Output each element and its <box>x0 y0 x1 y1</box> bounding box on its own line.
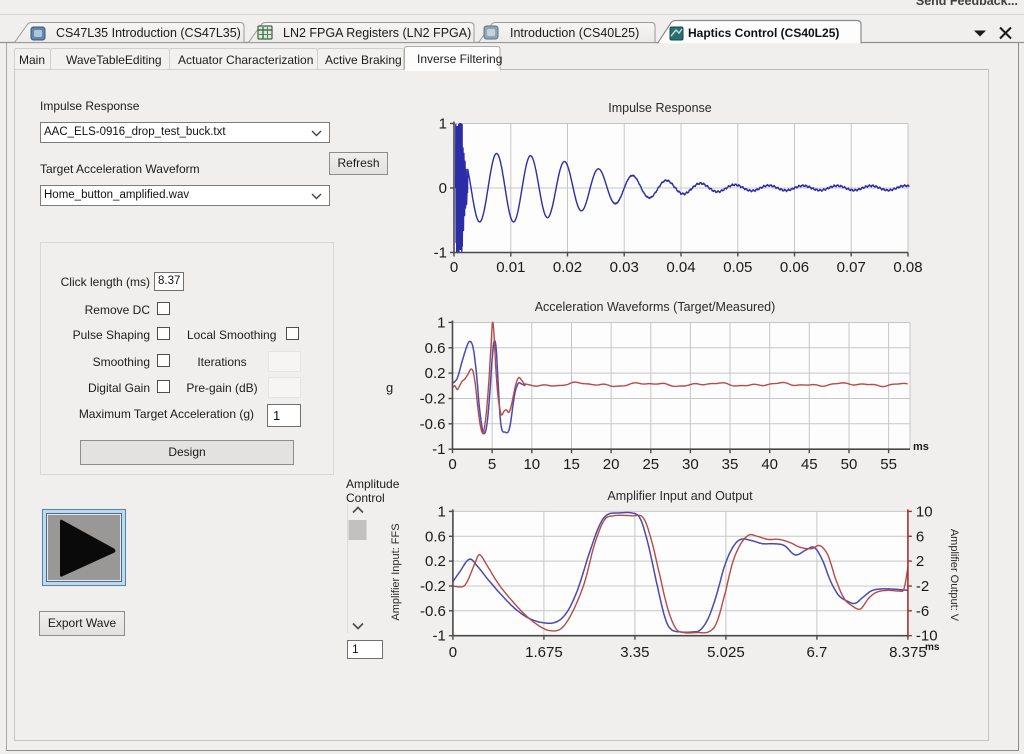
svg-text:-2: -2 <box>916 578 929 595</box>
svg-text:-0.2: -0.2 <box>420 578 446 595</box>
svg-text:1: 1 <box>437 314 445 331</box>
svg-text:30: 30 <box>682 456 699 473</box>
svg-text:5: 5 <box>488 456 496 473</box>
svg-text:35: 35 <box>722 456 739 473</box>
svg-text:0: 0 <box>450 259 458 276</box>
svg-text:10: 10 <box>523 456 540 473</box>
svg-text:0.05: 0.05 <box>723 259 752 276</box>
svg-text:0: 0 <box>449 644 457 661</box>
svg-text:5.025: 5.025 <box>707 644 745 661</box>
svg-text:-6: -6 <box>916 603 929 620</box>
svg-text:2: 2 <box>916 553 924 570</box>
svg-text:20: 20 <box>603 456 620 473</box>
svg-text:-1: -1 <box>434 245 447 262</box>
svg-text:Amplifier Input and Output: Amplifier Input and Output <box>607 489 753 503</box>
svg-text:-0.6: -0.6 <box>420 603 446 620</box>
svg-text:ms: ms <box>925 642 940 653</box>
svg-text:0.07: 0.07 <box>837 259 866 276</box>
svg-text:6: 6 <box>916 528 924 545</box>
svg-text:40: 40 <box>761 456 778 473</box>
svg-text:0.02: 0.02 <box>553 259 582 276</box>
svg-text:15: 15 <box>563 456 580 473</box>
svg-text:1: 1 <box>439 116 447 133</box>
svg-text:ms: ms <box>913 441 929 453</box>
svg-text:0: 0 <box>448 456 456 473</box>
svg-text:25: 25 <box>642 456 659 473</box>
svg-text:55: 55 <box>880 456 897 473</box>
svg-text:0.01: 0.01 <box>496 259 525 276</box>
svg-text:0.06: 0.06 <box>780 259 809 276</box>
svg-text:0.6: 0.6 <box>425 340 446 357</box>
svg-text:Impulse Response: Impulse Response <box>608 101 712 115</box>
svg-text:10: 10 <box>916 503 933 520</box>
svg-text:3.35: 3.35 <box>620 644 649 661</box>
svg-text:0.2: 0.2 <box>425 553 446 570</box>
svg-text:Acceleration Waveforms (Target: Acceleration Waveforms (Target/Measured) <box>535 300 776 314</box>
svg-text:-0.2: -0.2 <box>420 391 446 408</box>
svg-text:0.08: 0.08 <box>893 259 922 276</box>
svg-text:0.04: 0.04 <box>666 259 695 276</box>
svg-text:0.2: 0.2 <box>425 365 446 382</box>
svg-text:0.03: 0.03 <box>610 259 639 276</box>
svg-text:45: 45 <box>801 456 818 473</box>
svg-text:8.375: 8.375 <box>889 644 927 661</box>
svg-text:1.675: 1.675 <box>525 644 563 661</box>
svg-text:6.7: 6.7 <box>806 644 827 661</box>
svg-text:0.6: 0.6 <box>425 528 446 545</box>
svg-text:0: 0 <box>439 180 447 197</box>
svg-text:1: 1 <box>438 503 446 520</box>
svg-text:-1: -1 <box>432 441 445 458</box>
svg-text:50: 50 <box>841 456 858 473</box>
svg-text:-1: -1 <box>433 628 446 645</box>
svg-text:-0.6: -0.6 <box>420 416 446 433</box>
